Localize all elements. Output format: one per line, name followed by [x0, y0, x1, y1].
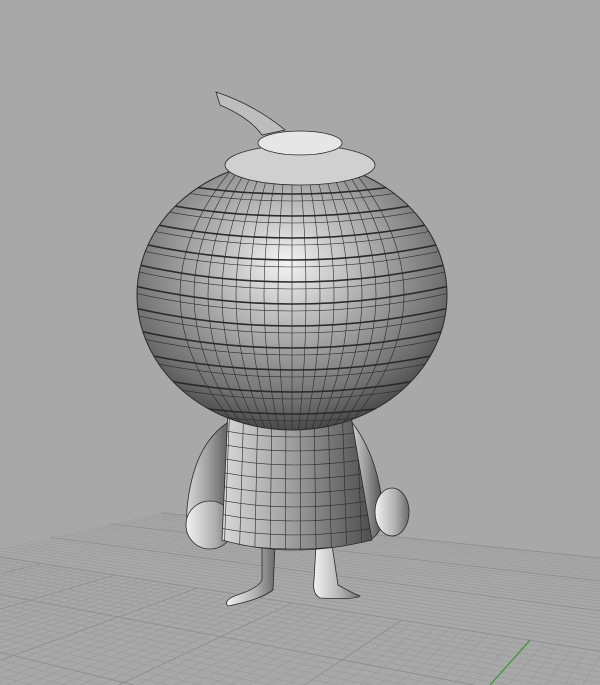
grid-line: [0, 590, 216, 674]
grid-line: [0, 603, 406, 685]
grid-line: [0, 550, 600, 643]
grid-line: [0, 569, 600, 673]
grid-line: [0, 547, 600, 639]
viewport-canvas[interactable]: [0, 0, 600, 685]
perspective-viewport[interactable]: [0, 0, 600, 685]
grid-line: [341, 623, 427, 685]
top-coil-inner: [257, 130, 343, 156]
grid-line: [44, 596, 253, 685]
y-axis-line: [489, 639, 531, 685]
character-model[interactable]: [130, 91, 454, 607]
stem: [215, 91, 286, 136]
grid-line: [15, 544, 600, 630]
grid-line: [0, 581, 576, 685]
right-hand: [374, 487, 410, 537]
grid-line: [0, 676, 32, 685]
grid-line: [564, 649, 588, 685]
grid-line: [7, 546, 600, 634]
grid-line: [0, 577, 600, 684]
grid-line: [0, 619, 304, 685]
grid-line: [0, 625, 270, 685]
grid-line: [0, 559, 600, 657]
